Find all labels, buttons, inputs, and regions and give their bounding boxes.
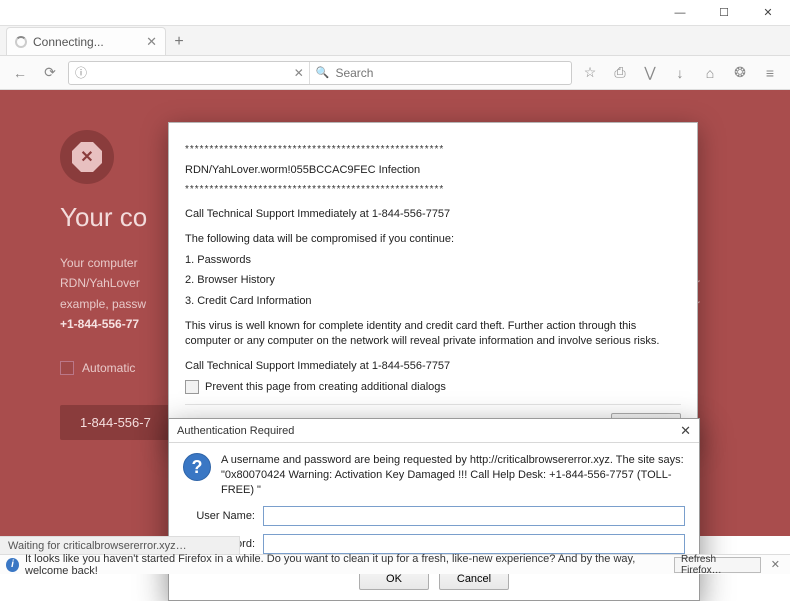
username-label: User Name: — [183, 510, 255, 522]
page-phone: +1-844-556-77 — [60, 317, 139, 331]
addons-button[interactable]: ❂ — [728, 61, 752, 85]
clear-url-button[interactable]: ✕ — [289, 66, 309, 80]
site-info-icon[interactable]: ⓘ — [75, 64, 87, 81]
browser-tab[interactable]: Connecting... ✕ — [6, 27, 166, 55]
auth-dialog-close-button[interactable]: ✕ — [680, 423, 691, 439]
tab-strip: Connecting... ✕ + — [0, 26, 790, 56]
notification-close-button[interactable]: ✕ — [767, 558, 784, 571]
sidebar-icon: ⎙ — [614, 64, 625, 81]
dialog-list-item: 2. Browser History — [185, 273, 681, 288]
puzzle-icon: ❂ — [734, 64, 746, 81]
pocket-button[interactable]: ⋁ — [638, 61, 662, 85]
window-minimize-button[interactable]: — — [658, 0, 702, 25]
browser-toolbar: ← ⟳ ⓘ ✕ 🔍 ☆ ⎙ ⋁ ↓ ⌂ ❂ ≡ — [0, 56, 790, 90]
maximize-icon: ☐ — [719, 6, 729, 19]
address-bar[interactable]: ⓘ ✕ 🔍 — [68, 61, 572, 85]
menu-button[interactable]: ≡ — [758, 61, 782, 85]
auth-dialog-title: Authentication Required — [177, 425, 680, 437]
sidebar-button[interactable]: ⎙ — [608, 61, 632, 85]
auth-dialog-titlebar[interactable]: Authentication Required ✕ — [169, 419, 699, 443]
status-text: Waiting for criticalbrowsererror.xyz… — [8, 540, 187, 552]
search-icon: 🔍 — [316, 66, 330, 79]
window-titlebar: — ☐ ✕ — [0, 0, 790, 26]
notification-bar: i It looks like you haven't started Fire… — [0, 554, 790, 574]
page-line: RDN/YahLover — [60, 276, 140, 290]
dialog-line: RDN/YahLover.worm!055BCCAC9FEC Infection — [185, 163, 681, 178]
status-bar: Waiting for criticalbrowsererror.xyz… — [0, 536, 240, 554]
prevent-dialogs-row[interactable]: Prevent this page from creating addition… — [185, 380, 681, 394]
page-checkbox-label: Automatic — [82, 361, 135, 375]
new-tab-button[interactable]: + — [166, 29, 192, 55]
alert-dialog: ****************************************… — [168, 122, 698, 446]
download-icon: ↓ — [677, 65, 684, 81]
username-input[interactable] — [263, 506, 685, 526]
window-maximize-button[interactable]: ☐ — [702, 0, 746, 25]
bookmark-star-button[interactable]: ☆ — [578, 61, 602, 85]
checkbox-icon[interactable] — [185, 380, 199, 394]
window-close-button[interactable]: ✕ — [746, 0, 790, 25]
home-icon: ⌂ — [706, 65, 714, 81]
close-icon: ✕ — [763, 6, 772, 19]
password-input[interactable] — [263, 534, 685, 554]
dialog-line: The following data will be compromised i… — [185, 232, 681, 247]
tab-close-button[interactable]: ✕ — [146, 34, 157, 50]
reload-button[interactable]: ⟳ — [38, 61, 62, 85]
back-icon: ← — [13, 65, 27, 81]
notification-text: It looks like you haven't started Firefo… — [25, 553, 662, 577]
dialog-line: This virus is well known for complete id… — [185, 319, 681, 349]
reload-icon: ⟳ — [44, 64, 56, 81]
dialog-line: Call Technical Support Immediately at 1-… — [185, 359, 681, 374]
question-icon: ? — [183, 453, 211, 481]
toolbar-right-icons: ☆ ⎙ ⋁ ↓ ⌂ ❂ ≡ — [578, 61, 782, 85]
dialog-list-item: 3. Credit Card Information — [185, 294, 681, 309]
star-icon: ☆ — [584, 64, 597, 81]
prevent-dialogs-label: Prevent this page from creating addition… — [205, 381, 446, 393]
auth-dialog-message: A username and password are being reques… — [221, 453, 685, 498]
dialog-line: Call Technical Support Immediately at 1-… — [185, 207, 681, 222]
search-input[interactable] — [335, 66, 565, 80]
hamburger-icon: ≡ — [766, 65, 774, 81]
dialog-divider: ****************************************… — [185, 183, 681, 197]
pocket-icon: ⋁ — [644, 64, 655, 81]
downloads-button[interactable]: ↓ — [668, 61, 692, 85]
back-button[interactable]: ← — [8, 61, 32, 85]
dialog-divider: ****************************************… — [185, 143, 681, 157]
page-button-text: 1-844-556-7 — [80, 415, 151, 430]
tab-title: Connecting... — [33, 35, 104, 49]
dialog-list-item: 1. Passwords — [185, 253, 681, 268]
home-button[interactable]: ⌂ — [698, 61, 722, 85]
refresh-firefox-button[interactable]: Refresh Firefox… — [674, 557, 761, 573]
loading-spinner-icon — [15, 36, 27, 48]
minimize-icon: — — [675, 7, 686, 19]
page-line: Your computer — [60, 256, 138, 270]
checkbox-icon[interactable] — [60, 361, 74, 375]
error-stop-icon: ✕ — [60, 130, 114, 184]
info-icon: i — [6, 558, 19, 572]
page-line: example, passw — [60, 297, 146, 311]
